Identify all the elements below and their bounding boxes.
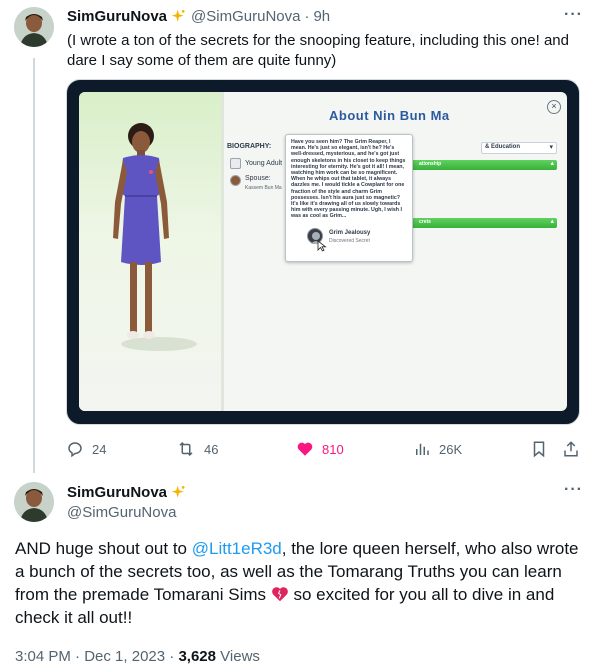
- reply-count: 24: [92, 441, 107, 457]
- handle[interactable]: @SimGuruNova: [67, 504, 176, 521]
- spouse-label: Spouse:: [245, 175, 271, 182]
- sim-character-image: [113, 123, 197, 351]
- view-count: 26K: [439, 441, 463, 457]
- tweet-2-text: AND huge shout out to @Litt1eR3d, the lo…: [15, 537, 590, 629]
- collapse-icon: ▴: [550, 160, 554, 167]
- panel-divider: [221, 92, 224, 411]
- post-date[interactable]: Dec 1, 2023: [84, 648, 165, 665]
- bookmark-button[interactable]: [530, 440, 556, 458]
- age-icon: [230, 158, 241, 169]
- secrets-bar-label: crets: [419, 219, 431, 225]
- biography-label: BIOGRAPHY:: [227, 143, 272, 150]
- secret-status: Discovered Secret: [329, 238, 370, 244]
- separator-dot: ·: [304, 8, 310, 25]
- views-label: Views: [220, 648, 260, 665]
- age-label: Young Adult: [245, 160, 283, 167]
- display-name[interactable]: SimGuruNova: [67, 484, 167, 501]
- views-button[interactable]: 26K: [413, 440, 462, 458]
- like-count: 810: [322, 441, 344, 457]
- post-time[interactable]: 3:04 PM: [15, 648, 71, 665]
- secrets-bar: crets ▴: [403, 218, 557, 228]
- cursor-icon: [317, 240, 327, 252]
- category-dropdown: & Education ▾: [481, 142, 557, 154]
- reply-icon: [68, 442, 82, 458]
- tweet-1: SimGuruNova @SimGuruNova · 9h ··· (I wro…: [0, 0, 599, 473]
- heart-filled-icon: [297, 442, 313, 456]
- meta-dot: ·: [169, 648, 175, 665]
- repost-count: 46: [204, 441, 219, 457]
- tweet-media[interactable]: About Nin Bun Ma × BIOGRAPHY: Young Adul…: [66, 79, 580, 425]
- mention-link[interactable]: @Litt1eR3d: [192, 539, 282, 558]
- reply-button[interactable]: 24: [66, 440, 106, 458]
- spouse-avatar-icon: [230, 175, 241, 186]
- tweet-2-meta: 3:04 PM · Dec 1, 2023 · 3,628 Views: [15, 648, 260, 665]
- meta-dot: ·: [75, 648, 81, 665]
- avatar[interactable]: [14, 482, 54, 522]
- more-options-icon[interactable]: ···: [564, 481, 583, 499]
- share-button[interactable]: [562, 440, 588, 458]
- like-button[interactable]: 810: [296, 440, 344, 458]
- display-name[interactable]: SimGuruNova: [67, 8, 167, 25]
- close-icon: ×: [547, 100, 561, 114]
- thread-line: [33, 58, 35, 473]
- views-count: 3,628: [178, 648, 216, 665]
- tweet-1-text: (I wrote a ton of the secrets for the sn…: [67, 32, 569, 69]
- bookmark-icon: [533, 441, 545, 458]
- avatar-image: [14, 7, 54, 47]
- game-screenshot: About Nin Bun Ma × BIOGRAPHY: Young Adul…: [79, 92, 567, 411]
- collapse-icon: ▴: [550, 218, 554, 225]
- timestamp[interactable]: 9h: [313, 8, 330, 25]
- avatar[interactable]: [14, 7, 54, 47]
- tweet-2-header: SimGuruNova: [67, 484, 191, 501]
- relationship-bar-label: ationship: [419, 161, 442, 167]
- avatar-image: [14, 482, 54, 522]
- sparkle-badge-icon: [171, 9, 185, 22]
- repost-icon: [179, 441, 193, 457]
- secret-name: Grim Jealousy: [329, 230, 371, 236]
- tweet-1-actions: 24 46 810 26K: [66, 440, 586, 460]
- repost-button[interactable]: 46: [176, 440, 218, 458]
- relationship-bar: ationship ▴: [403, 160, 557, 170]
- share-icon: [564, 441, 578, 457]
- spouse-name: Kassem Bun Ma: [245, 185, 282, 191]
- sim-preview-area: [79, 92, 221, 411]
- dropdown-label: & Education: [485, 144, 521, 150]
- secret-tooltip-text: Have you seen him? The Grim Reaper, I me…: [291, 139, 406, 220]
- analytics-icon: [416, 443, 429, 455]
- tweet-2-text-part-1: AND huge shout out to: [15, 539, 192, 558]
- sim-profile-title: About Nin Bun Ma: [329, 108, 450, 123]
- tweet-1-header: SimGuruNova @SimGuruNova · 9h: [67, 8, 330, 25]
- more-options-icon[interactable]: ···: [564, 6, 583, 24]
- chevron-down-icon: ▾: [549, 144, 553, 151]
- heart-emoji-icon: [271, 587, 288, 602]
- sparkle-badge-icon: [171, 485, 185, 498]
- handle[interactable]: @SimGuruNova: [191, 8, 300, 25]
